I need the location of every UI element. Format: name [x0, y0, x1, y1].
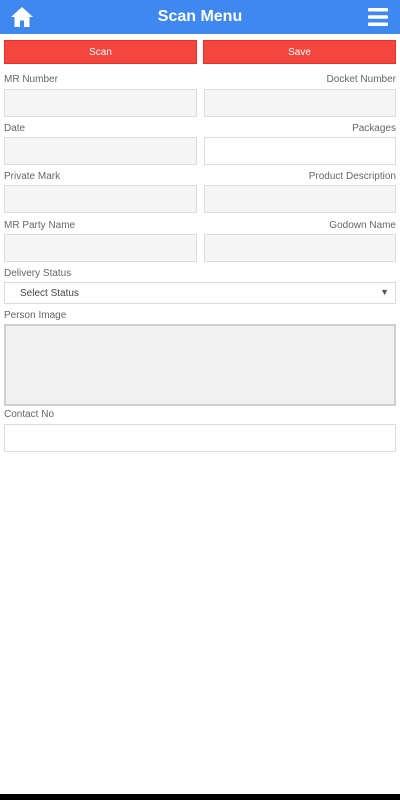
product-description-field[interactable] — [204, 185, 396, 213]
scan-button[interactable]: Scan — [4, 40, 197, 64]
docket-number-field[interactable] — [204, 89, 396, 117]
product-description-label: Product Description — [308, 171, 396, 182]
packages-field[interactable] — [204, 137, 396, 165]
person-image-label: Person Image — [4, 310, 67, 321]
mr-number-field[interactable] — [4, 89, 197, 117]
date-field[interactable] — [4, 137, 197, 165]
contact-no-field[interactable] — [4, 424, 396, 452]
delivery-status-select[interactable]: Select Status ▼ — [4, 282, 396, 304]
mr-number-label: MR Number — [4, 74, 58, 85]
save-button[interactable]: Save — [203, 40, 396, 64]
contact-no-label: Contact No — [4, 409, 55, 420]
delivery-status-value: Select Status — [20, 287, 79, 299]
private-mark-field[interactable] — [4, 185, 197, 213]
private-mark-label: Private Mark — [4, 171, 61, 182]
date-label: Date — [4, 123, 26, 134]
godown-name-label: Godown Name — [329, 220, 396, 231]
hamburger-menu-icon[interactable] — [366, 5, 390, 29]
delivery-status-label: Delivery Status — [4, 268, 72, 279]
packages-label: Packages — [352, 123, 396, 134]
app-header: Scan Menu — [0, 0, 400, 34]
action-buttons: Scan Save — [4, 40, 396, 64]
dropdown-arrow-icon: ▼ — [380, 287, 389, 297]
mr-party-name-label: MR Party Name — [4, 220, 76, 231]
system-nav-bar — [0, 794, 400, 800]
home-icon[interactable] — [10, 5, 34, 29]
person-image-box[interactable] — [4, 324, 396, 406]
docket-number-label: Docket Number — [326, 74, 396, 85]
page-title: Scan Menu — [157, 8, 243, 25]
mr-party-name-field[interactable] — [4, 234, 197, 262]
godown-name-field[interactable] — [204, 234, 396, 262]
